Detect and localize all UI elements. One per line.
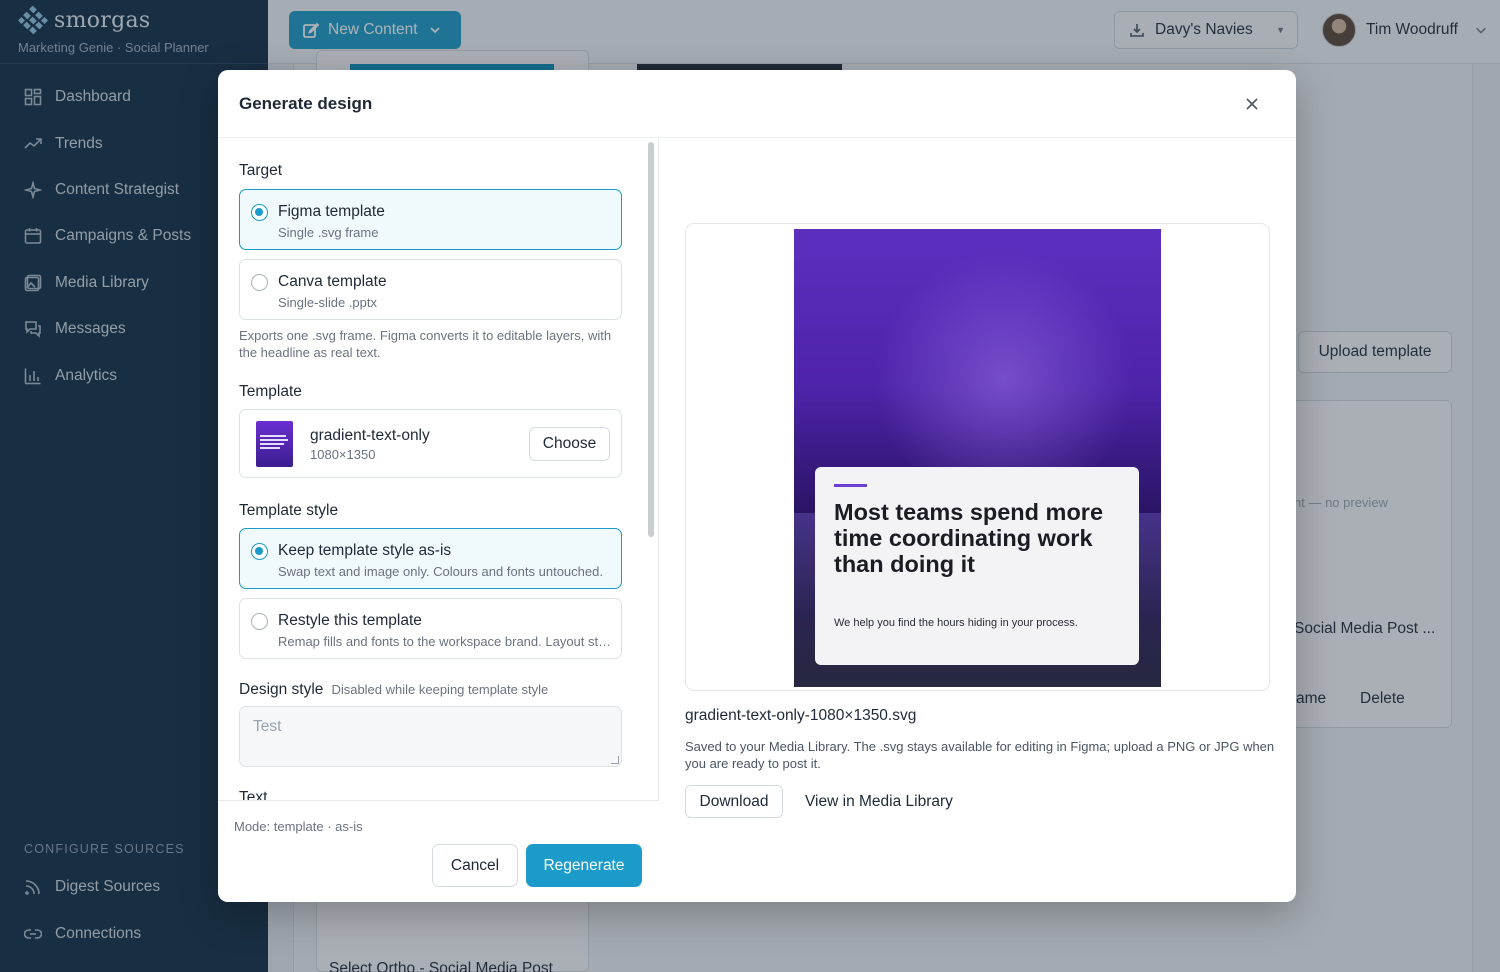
template-size: 1080×1350 bbox=[310, 447, 376, 462]
design-style-label: Design style bbox=[239, 681, 324, 698]
poster-subline: We help you find the hours hiding in you… bbox=[834, 617, 1078, 629]
target-option-figma[interactable]: Figma template Single .svg frame bbox=[239, 189, 622, 250]
option-subtitle: Single .svg frame bbox=[278, 225, 379, 240]
resize-grip-icon bbox=[611, 756, 619, 764]
template-selector: gradient-text-only 1080×1350 Choose bbox=[239, 409, 622, 478]
poster-text-card: Most teams spend more time coordinating … bbox=[815, 467, 1139, 665]
design-preview-image: Most teams spend more time coordinating … bbox=[794, 229, 1161, 687]
radio-selected[interactable] bbox=[251, 204, 268, 221]
generated-file-name: gradient-text-only-1080×1350.svg bbox=[685, 707, 917, 724]
close-icon bbox=[1246, 98, 1258, 110]
template-name: gradient-text-only bbox=[310, 427, 430, 444]
option-title: Keep template style as-is bbox=[278, 542, 452, 559]
options-scroll-area[interactable]: Target Figma template Single .svg frame … bbox=[218, 138, 646, 800]
option-subtitle: Remap fills and fonts to the workspace b… bbox=[278, 634, 613, 649]
dialog-footer: Mode: template · as-is Cancel Regenerate bbox=[218, 800, 659, 902]
template-thumbnail bbox=[256, 421, 293, 467]
regenerate-button[interactable]: Regenerate bbox=[526, 844, 642, 887]
target-help-text: Exports one .svg frame. Figma converts i… bbox=[239, 328, 612, 360]
dialog-header: Generate design bbox=[218, 70, 1296, 138]
option-title: Restyle this template bbox=[278, 612, 422, 629]
style-option-restyle[interactable]: Restyle this template Remap fills and fo… bbox=[239, 598, 622, 659]
saved-message: Saved to your Media Library. The .svg st… bbox=[685, 739, 1275, 771]
dialog-title: Generate design bbox=[239, 93, 373, 113]
poster-accent-bar bbox=[834, 484, 867, 487]
choose-template-button[interactable]: Choose bbox=[529, 427, 610, 461]
radio-selected[interactable] bbox=[251, 543, 268, 560]
view-in-media-library-link[interactable]: View in Media Library bbox=[805, 793, 953, 811]
poster-headline: Most teams spend more time coordinating … bbox=[834, 499, 1104, 577]
design-style-value: Test bbox=[253, 718, 282, 735]
design-style-hint: Disabled while keeping template style bbox=[331, 682, 549, 697]
design-style-row: Design style Disabled while keeping temp… bbox=[239, 681, 646, 699]
preview-frame: Most teams spend more time coordinating … bbox=[685, 223, 1270, 691]
generate-design-dialog: Generate design Target Figma template Si… bbox=[218, 70, 1296, 902]
preview-pane: Most teams spend more time coordinating … bbox=[660, 138, 1296, 902]
cancel-button[interactable]: Cancel bbox=[432, 844, 518, 887]
option-subtitle: Single-slide .pptx bbox=[278, 295, 377, 310]
scrollbar-thumb[interactable] bbox=[648, 142, 654, 537]
option-subtitle: Swap text and image only. Colours and fo… bbox=[278, 564, 603, 579]
template-label: Template bbox=[239, 383, 302, 400]
option-title: Figma template bbox=[278, 203, 385, 220]
style-option-keep[interactable]: Keep template style as-is Swap text and … bbox=[239, 528, 622, 589]
target-option-canva[interactable]: Canva template Single-slide .pptx bbox=[239, 259, 622, 320]
close-button[interactable] bbox=[1242, 94, 1262, 114]
target-label: Target bbox=[239, 162, 283, 179]
options-pane: Target Figma template Single .svg frame … bbox=[218, 138, 659, 902]
radio-unselected[interactable] bbox=[251, 613, 268, 630]
mode-text: Mode: template · as-is bbox=[234, 819, 363, 834]
download-button[interactable]: Download bbox=[685, 785, 783, 818]
design-style-field: Test bbox=[239, 706, 622, 767]
option-title: Canva template bbox=[278, 273, 387, 290]
template-style-label: Template style bbox=[239, 502, 339, 519]
radio-unselected[interactable] bbox=[251, 274, 268, 291]
text-label: Text bbox=[239, 789, 268, 800]
